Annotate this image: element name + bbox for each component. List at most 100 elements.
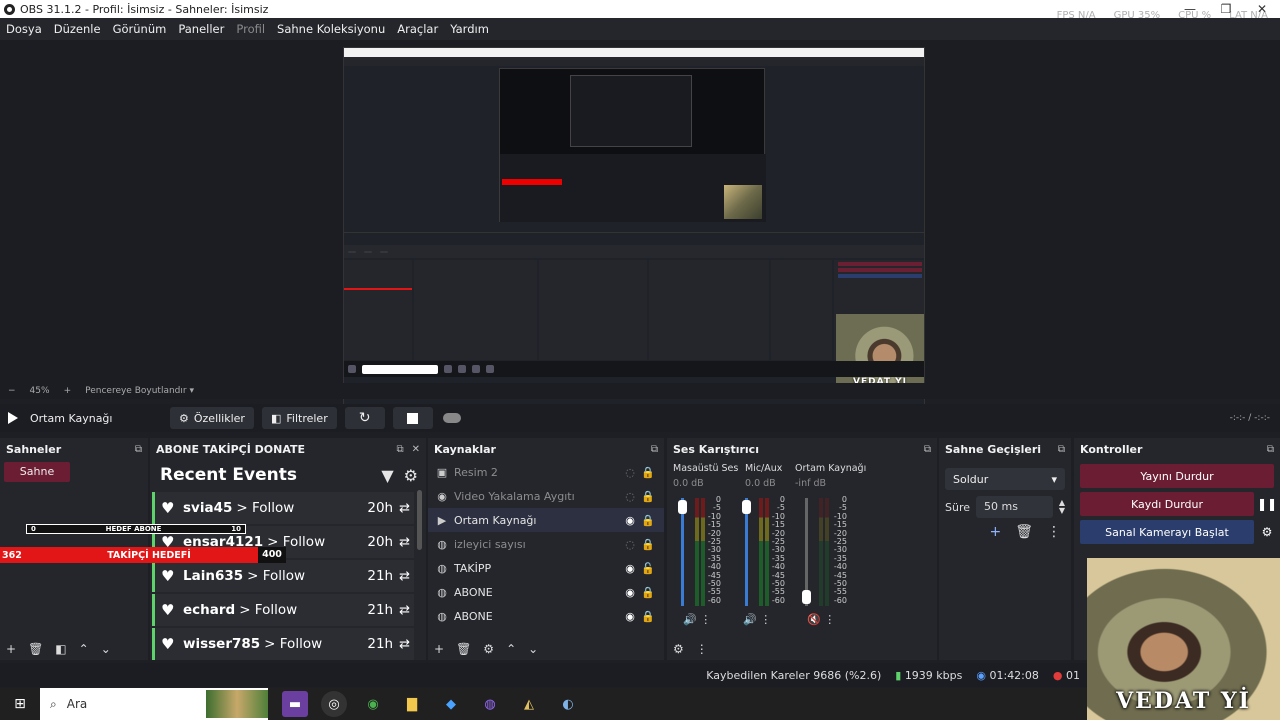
stop-media-button[interactable]: [392, 407, 433, 429]
properties-button[interactable]: ⚙ Özellikler: [170, 407, 254, 429]
close-window-button[interactable]: ✕: [1244, 0, 1280, 18]
menu-paneller[interactable]: Paneller: [172, 22, 230, 36]
source-properties-button[interactable]: ⚙: [483, 642, 494, 656]
event-row[interactable]: ♥ wisser785 > Follow 21h ⇄: [152, 628, 414, 660]
preview-area[interactable]: VEDAT Yİ: [0, 40, 1280, 417]
kebab-menu-icon[interactable]: ⋮: [824, 613, 835, 626]
events-scrollbar[interactable]: [417, 490, 422, 550]
eye-icon[interactable]: ◉: [620, 586, 640, 599]
menu-profil[interactable]: Profil: [230, 22, 271, 36]
menu-gorunum[interactable]: Görünüm: [107, 22, 173, 36]
replay-icon[interactable]: ⇄: [399, 637, 410, 652]
duration-input[interactable]: 50 ms: [976, 496, 1053, 518]
preview-canvas[interactable]: VEDAT Yİ: [343, 47, 925, 417]
media-fader-knob[interactable]: [802, 590, 811, 604]
add-source-button[interactable]: +: [434, 642, 444, 656]
steam-app-icon[interactable]: ◐: [555, 691, 581, 717]
obs-app-icon[interactable]: ◎: [321, 691, 347, 717]
undock-icon[interactable]: ⧉: [924, 444, 931, 455]
menu-dosya[interactable]: Dosya: [0, 22, 48, 36]
move-down-button[interactable]: ⌄: [101, 642, 111, 656]
duration-stepper[interactable]: ▲ ▼: [1059, 499, 1065, 515]
replay-icon[interactable]: ⇄: [399, 535, 410, 550]
kebab-menu-icon[interactable]: ⋮: [760, 613, 771, 626]
stop-streaming-button[interactable]: Yayını Durdur: [1080, 464, 1274, 488]
lock-icon[interactable]: 🔒: [640, 466, 656, 479]
undock-icon[interactable]: ⧉: [651, 444, 658, 455]
gear-icon[interactable]: ⚙: [404, 466, 418, 485]
menu-duzenle[interactable]: Düzenle: [48, 22, 107, 36]
fit-to-window-dropdown[interactable]: Pencereye Boyutlandır ▾: [85, 386, 194, 396]
undock-icon[interactable]: ⧉: [1058, 444, 1065, 455]
filters-button[interactable]: ◧ Filtreler: [261, 407, 337, 429]
undock-icon[interactable]: ⧉: [396, 444, 403, 455]
zoom-out-button[interactable]: −: [8, 386, 16, 396]
close-icon[interactable]: ✕: [412, 444, 420, 455]
eye-off-icon[interactable]: ◌: [620, 490, 640, 503]
advanced-audio-icon[interactable]: ⚙: [673, 642, 684, 656]
muted-speaker-icon[interactable]: 🔇: [807, 613, 821, 626]
menu-araclar[interactable]: Araçlar: [391, 22, 444, 36]
desktop-volume-fader[interactable]: [681, 498, 684, 606]
source-row[interactable]: ▶ Ortam Kaynağı ◉ 🔒: [428, 508, 664, 532]
source-row[interactable]: ◍ izleyici sayısı ◌ 🔒: [428, 532, 664, 556]
unlock-icon[interactable]: 🔓: [640, 562, 656, 575]
undock-icon[interactable]: ⧉: [135, 444, 142, 455]
lock-icon[interactable]: 🔒: [640, 514, 656, 527]
eye-off-icon[interactable]: ◌: [620, 466, 640, 479]
restore-button[interactable]: ❐: [1208, 0, 1244, 18]
replay-icon[interactable]: ⇄: [399, 501, 410, 516]
speaker-icon[interactable]: 🔊: [743, 613, 757, 626]
menu-sahne-koleksiyonu[interactable]: Sahne Koleksiyonu: [271, 22, 391, 36]
move-up-button[interactable]: ⌃: [506, 642, 516, 656]
kebab-menu-icon[interactable]: ⋮: [1047, 524, 1061, 540]
undock-icon[interactable]: ⧉: [1267, 444, 1274, 455]
source-row[interactable]: ▣ Resim 2 ◌ 🔒: [428, 460, 664, 484]
eye-icon[interactable]: ◉: [620, 610, 640, 623]
lock-icon[interactable]: 🔒: [640, 610, 656, 623]
menu-yardim[interactable]: Yardım: [444, 22, 495, 36]
eye-off-icon[interactable]: ◌: [620, 538, 640, 551]
app-icon[interactable]: ◭: [516, 691, 542, 717]
remove-scene-button[interactable]: 🗑: [28, 642, 43, 656]
app-icon[interactable]: ◆: [438, 691, 464, 717]
lock-icon[interactable]: 🔒: [640, 538, 656, 551]
discord-app-icon[interactable]: ◍: [477, 691, 503, 717]
file-explorer-icon[interactable]: ▇: [399, 691, 425, 717]
mic-fader-knob[interactable]: [742, 500, 751, 514]
replay-icon[interactable]: ⇄: [399, 569, 410, 584]
eye-icon[interactable]: ◉: [620, 562, 640, 575]
play-icon[interactable]: [8, 412, 18, 424]
start-virtual-camera-button[interactable]: Sanal Kamerayı Başlat: [1080, 520, 1254, 544]
scene-item[interactable]: Sahne: [4, 462, 70, 482]
chrome-app-icon[interactable]: ◉: [360, 691, 386, 717]
mic-volume-fader[interactable]: [745, 498, 748, 606]
zoom-in-button[interactable]: +: [64, 386, 72, 396]
source-row[interactable]: ◉ Video Yakalama Aygıtı ◌ 🔒: [428, 484, 664, 508]
event-row[interactable]: ♥ svia45 > Follow 20h ⇄: [152, 492, 414, 524]
move-down-button[interactable]: ⌄: [528, 642, 538, 656]
lock-icon[interactable]: 🔒: [640, 490, 656, 503]
lock-icon[interactable]: 🔒: [640, 586, 656, 599]
minimize-button[interactable]: —: [1172, 0, 1208, 18]
windows-start-icon[interactable]: ⊞: [0, 696, 40, 712]
eye-icon[interactable]: ◉: [620, 514, 640, 527]
add-transition-button[interactable]: +: [989, 524, 1001, 540]
filter-icon[interactable]: ▼: [381, 466, 393, 485]
app-icon[interactable]: ▬: [282, 691, 308, 717]
source-row[interactable]: ◍ TAKİPP ◉ 🔓: [428, 556, 664, 580]
replay-icon[interactable]: ⇄: [399, 603, 410, 618]
move-up-button[interactable]: ⌃: [79, 642, 89, 656]
add-scene-button[interactable]: +: [6, 642, 16, 656]
remove-transition-button[interactable]: 🗑: [1015, 524, 1033, 540]
scene-filters-button[interactable]: ◧: [55, 642, 66, 656]
source-row[interactable]: ◍ ABONE ◉ 🔒: [428, 604, 664, 628]
pause-icon[interactable]: ❚❚: [1254, 497, 1280, 511]
gear-icon[interactable]: ⚙: [1254, 525, 1280, 539]
source-row[interactable]: ◍ ABONE ◉ 🔒: [428, 580, 664, 604]
desktop-fader-knob[interactable]: [678, 500, 687, 514]
event-row[interactable]: ♥ Lain635 > Follow 21h ⇄: [152, 560, 414, 592]
event-row[interactable]: ♥ echard > Follow 21h ⇄: [152, 594, 414, 626]
kebab-menu-icon[interactable]: ⋮: [700, 613, 711, 626]
remove-source-button[interactable]: 🗑: [456, 642, 471, 656]
